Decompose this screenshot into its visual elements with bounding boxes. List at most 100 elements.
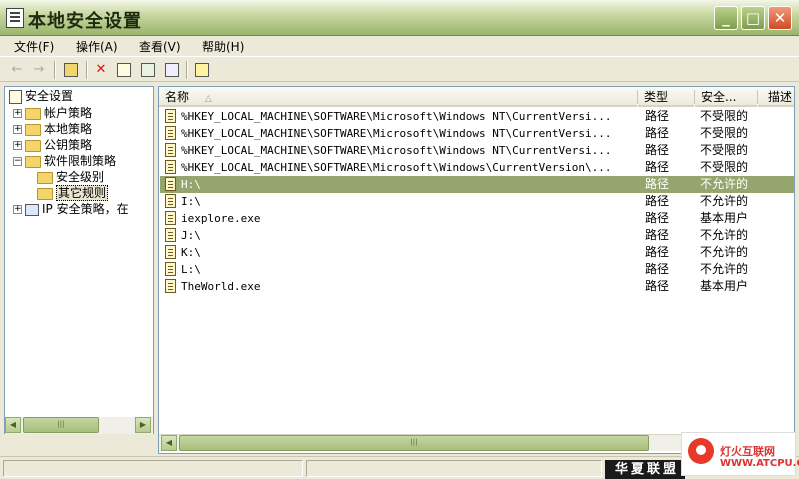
folder-icon bbox=[25, 107, 41, 120]
rule-row[interactable]: %HKEY_LOCAL_MACHINE\SOFTWARE\Microsoft\W… bbox=[160, 159, 794, 176]
toolbar-separator bbox=[86, 61, 88, 79]
rule-security-level: 不允许的 bbox=[700, 177, 749, 191]
column-header-description[interactable]: 描述 bbox=[758, 87, 794, 107]
minimize-button[interactable]: _ bbox=[714, 6, 738, 30]
scroll-thumb[interactable]: ||| bbox=[23, 417, 99, 433]
tree-node-local-policy[interactable]: + 本地策略 bbox=[13, 121, 92, 137]
rule-security-level: 不受限的 bbox=[700, 109, 749, 123]
rule-name: %HKEY_LOCAL_MACHINE\SOFTWARE\Microsoft\W… bbox=[181, 127, 612, 140]
forward-arrow-icon[interactable]: → bbox=[30, 61, 48, 79]
collapse-icon[interactable]: − bbox=[13, 157, 22, 166]
menu-bar: 文件(F) 操作(A) 查看(V) 帮助(H) bbox=[0, 36, 799, 56]
rule-security-level: 不允许的 bbox=[700, 245, 749, 259]
properties-icon[interactable] bbox=[115, 61, 133, 79]
scroll-left-icon[interactable]: ◀ bbox=[5, 417, 21, 433]
rule-type: 路径 bbox=[645, 211, 670, 225]
rule-row[interactable]: %HKEY_LOCAL_MACHINE\SOFTWARE\Microsoft\W… bbox=[160, 108, 794, 125]
rule-name: %HKEY_LOCAL_MACHINE\SOFTWARE\Microsoft\W… bbox=[181, 161, 612, 174]
rule-row[interactable]: I:\ 路径 不允许的 bbox=[160, 193, 794, 210]
security-settings-app-icon bbox=[6, 8, 24, 28]
rule-name: J:\ bbox=[181, 229, 201, 242]
tree-root[interactable]: 安全设置 bbox=[9, 88, 73, 104]
status-segment bbox=[306, 460, 602, 477]
security-settings-icon bbox=[9, 89, 22, 104]
tree-node-label-selected: 其它规则 bbox=[56, 185, 109, 201]
rule-row[interactable]: %HKEY_LOCAL_MACHINE\SOFTWARE\Microsoft\W… bbox=[160, 142, 794, 159]
rule-type: 路径 bbox=[645, 194, 670, 208]
close-button[interactable]: ✕ bbox=[768, 6, 792, 30]
path-rule-icon bbox=[165, 228, 176, 242]
column-name-label: 名称 bbox=[165, 90, 190, 104]
ip-security-icon bbox=[25, 203, 39, 216]
rule-type: 路径 bbox=[645, 109, 670, 123]
rule-row[interactable]: iexplore.exe 路径 基本用户 bbox=[160, 210, 794, 227]
tree-node-label: 本地策略 bbox=[44, 122, 93, 136]
menu-help[interactable]: 帮助(H) bbox=[202, 38, 244, 55]
rule-type: 路径 bbox=[645, 279, 670, 293]
window-title: 本地安全设置 bbox=[28, 11, 142, 32]
expand-icon[interactable]: + bbox=[13, 141, 22, 150]
tree-node-label: 帐户策略 bbox=[44, 106, 93, 120]
export-list-icon[interactable] bbox=[163, 61, 181, 79]
tree-node-account-policy[interactable]: + 帐户策略 bbox=[13, 105, 92, 121]
rule-name: TheWorld.exe bbox=[181, 280, 261, 293]
watermark-logo: 灯火互联网 WWW.ATCPU.COM bbox=[681, 432, 799, 476]
refresh-icon[interactable] bbox=[139, 61, 157, 79]
folder-open-icon bbox=[25, 155, 41, 168]
rule-type: 路径 bbox=[645, 177, 670, 191]
rule-security-level: 基本用户 bbox=[700, 279, 749, 293]
scroll-thumb[interactable]: ||| bbox=[179, 435, 649, 451]
rule-type: 路径 bbox=[645, 245, 670, 259]
folder-icon bbox=[37, 171, 53, 184]
path-rule-icon bbox=[165, 211, 176, 225]
rule-row[interactable]: TheWorld.exe 路径 基本用户 bbox=[160, 278, 794, 295]
rule-type: 路径 bbox=[645, 126, 670, 140]
rule-row[interactable]: L:\ 路径 不允许的 bbox=[160, 261, 794, 278]
tree-root-label: 安全设置 bbox=[25, 89, 74, 103]
rule-row[interactable]: K:\ 路径 不允许的 bbox=[160, 244, 794, 261]
expand-icon[interactable]: + bbox=[13, 109, 22, 118]
rule-row[interactable]: H:\ 路径 不允许的 bbox=[160, 176, 794, 193]
tree-node-label: 安全级别 bbox=[56, 170, 105, 184]
tree-node-software-restriction[interactable]: − 软件限制策略 bbox=[13, 153, 116, 169]
column-header-security-level[interactable]: 安全... bbox=[695, 87, 757, 107]
tree-horizontal-scrollbar[interactable]: ◀ ||| ▶ bbox=[5, 417, 153, 434]
rule-row[interactable]: %HKEY_LOCAL_MACHINE\SOFTWARE\Microsoft\W… bbox=[160, 125, 794, 142]
rule-row[interactable]: J:\ 路径 不允许的 bbox=[160, 227, 794, 244]
scroll-right-icon[interactable]: ▶ bbox=[135, 417, 151, 433]
column-header-name[interactable]: 名称 △ bbox=[159, 87, 637, 107]
rule-type: 路径 bbox=[645, 228, 670, 242]
expand-icon[interactable]: + bbox=[13, 125, 22, 134]
title-bar: 本地安全设置 _ □ ✕ bbox=[0, 0, 799, 36]
tree-node-additional-rules[interactable]: 其它规则 bbox=[37, 185, 109, 201]
menu-view[interactable]: 查看(V) bbox=[139, 38, 181, 55]
back-arrow-icon[interactable]: ← bbox=[8, 61, 26, 79]
path-rule-icon bbox=[165, 143, 176, 157]
folder-open-icon bbox=[37, 187, 53, 200]
maximize-button[interactable]: □ bbox=[741, 6, 765, 30]
rule-security-level: 不允许的 bbox=[700, 194, 749, 208]
column-header-type[interactable]: 类型 bbox=[638, 87, 694, 107]
tree-node-security-levels[interactable]: 安全级别 bbox=[37, 169, 104, 185]
rule-name: iexplore.exe bbox=[181, 212, 261, 225]
rule-security-level: 不受限的 bbox=[700, 160, 749, 174]
toolbar-separator bbox=[186, 61, 188, 79]
rule-security-level: 不受限的 bbox=[700, 143, 749, 157]
help-icon[interactable] bbox=[193, 61, 211, 79]
up-folder-icon[interactable] bbox=[62, 61, 80, 79]
tree-node-public-key-policy[interactable]: + 公钥策略 bbox=[13, 137, 92, 153]
tree-pane: 安全设置 + 帐户策略 + 本地策略 + 公钥策略 − 软件限制策略 安全级别 其它规则… bbox=[4, 86, 154, 434]
scroll-left-icon[interactable]: ◀ bbox=[161, 435, 177, 451]
watermark-line2: WWW.ATCPU.COM bbox=[720, 458, 799, 469]
tree-node-ip-security[interactable]: + IP 安全策略，在 bbox=[13, 201, 129, 217]
menu-action[interactable]: 操作(A) bbox=[76, 38, 118, 55]
rule-type: 路径 bbox=[645, 143, 670, 157]
rules-list-pane: 名称 △ 类型 安全... 描述 %HKEY_LOCAL_MACHINE\SOF… bbox=[158, 86, 795, 454]
toolbar-separator bbox=[54, 61, 56, 79]
expand-icon[interactable]: + bbox=[13, 205, 22, 214]
tree-node-label: 软件限制策略 bbox=[44, 154, 117, 168]
menu-file[interactable]: 文件(F) bbox=[14, 38, 54, 55]
path-rule-icon bbox=[165, 177, 176, 191]
delete-icon[interactable]: ✕ bbox=[92, 61, 110, 79]
rule-type: 路径 bbox=[645, 160, 670, 174]
